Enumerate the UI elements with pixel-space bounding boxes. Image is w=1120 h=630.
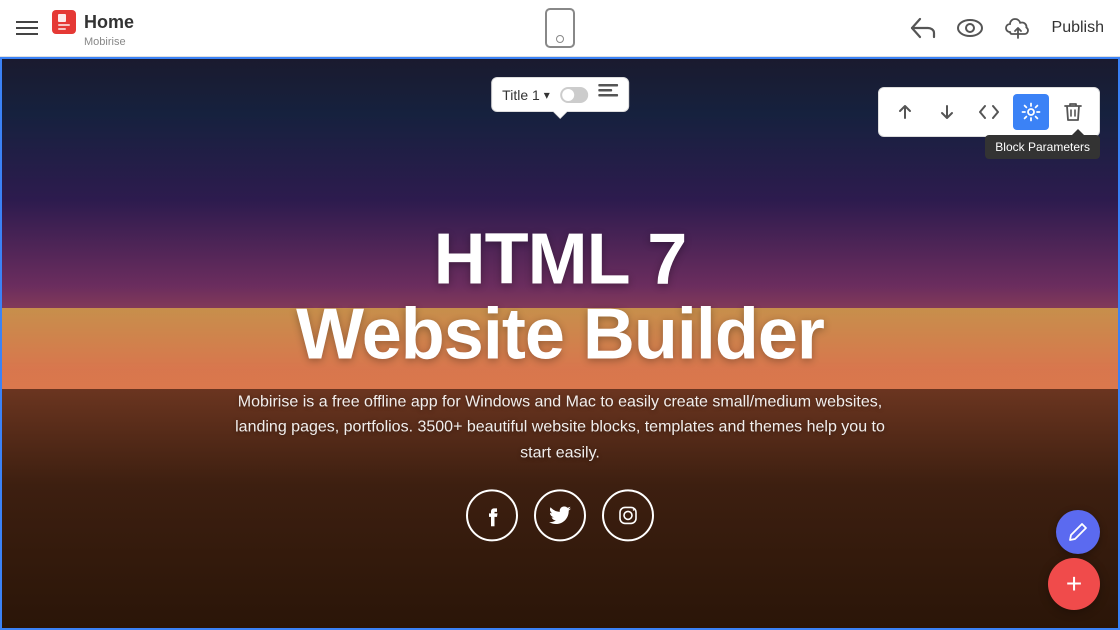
move-down-button[interactable] — [929, 94, 965, 130]
topbar: Home Mobirise — [0, 0, 1120, 57]
title-selector[interactable]: Title 1 ▾ — [502, 87, 550, 103]
main-content: Title 1 ▾ — [0, 57, 1120, 630]
mobile-icon[interactable] — [545, 8, 575, 48]
code-button[interactable] — [971, 94, 1007, 130]
topbar-center — [545, 8, 575, 48]
app-name: Home — [84, 12, 134, 33]
block-toolbar — [878, 87, 1100, 137]
instagram-icon[interactable] — [602, 490, 654, 542]
block-params-tooltip: Block Parameters — [985, 135, 1100, 159]
twitter-icon[interactable] — [534, 490, 586, 542]
back-icon[interactable] — [910, 17, 936, 39]
settings-button[interactable] — [1013, 94, 1049, 130]
align-icon[interactable] — [598, 84, 618, 105]
topbar-left: Home Mobirise — [16, 8, 134, 48]
fab-add-button[interactable]: + — [1048, 558, 1100, 610]
social-icons — [112, 490, 1008, 542]
preview-icon[interactable] — [956, 18, 984, 38]
facebook-icon[interactable] — [466, 490, 518, 542]
visibility-toggle[interactable] — [560, 87, 588, 103]
app-logo-icon — [50, 8, 78, 36]
hero-description: Mobirise is a free offline app for Windo… — [220, 389, 900, 466]
topbar-right: Publish — [910, 16, 1104, 40]
title-popover: Title 1 ▾ — [491, 77, 629, 112]
hero-title: HTML 7 Website Builder — [112, 222, 1008, 373]
logo-area: Home Mobirise — [50, 8, 134, 48]
publish-button[interactable]: Publish — [1052, 19, 1104, 37]
hamburger-icon[interactable] — [16, 21, 38, 35]
hero-content: HTML 7 Website Builder Mobirise is a fre… — [112, 222, 1008, 542]
publish-label: Publish — [1052, 19, 1104, 37]
app-subname: Mobirise — [84, 36, 134, 48]
logo-row: Home — [50, 8, 134, 36]
fab-edit-button[interactable] — [1056, 510, 1100, 554]
move-up-button[interactable] — [887, 94, 923, 130]
title-popover-box: Title 1 ▾ — [491, 77, 629, 112]
upload-icon[interactable] — [1004, 16, 1032, 40]
delete-button[interactable] — [1055, 94, 1091, 130]
